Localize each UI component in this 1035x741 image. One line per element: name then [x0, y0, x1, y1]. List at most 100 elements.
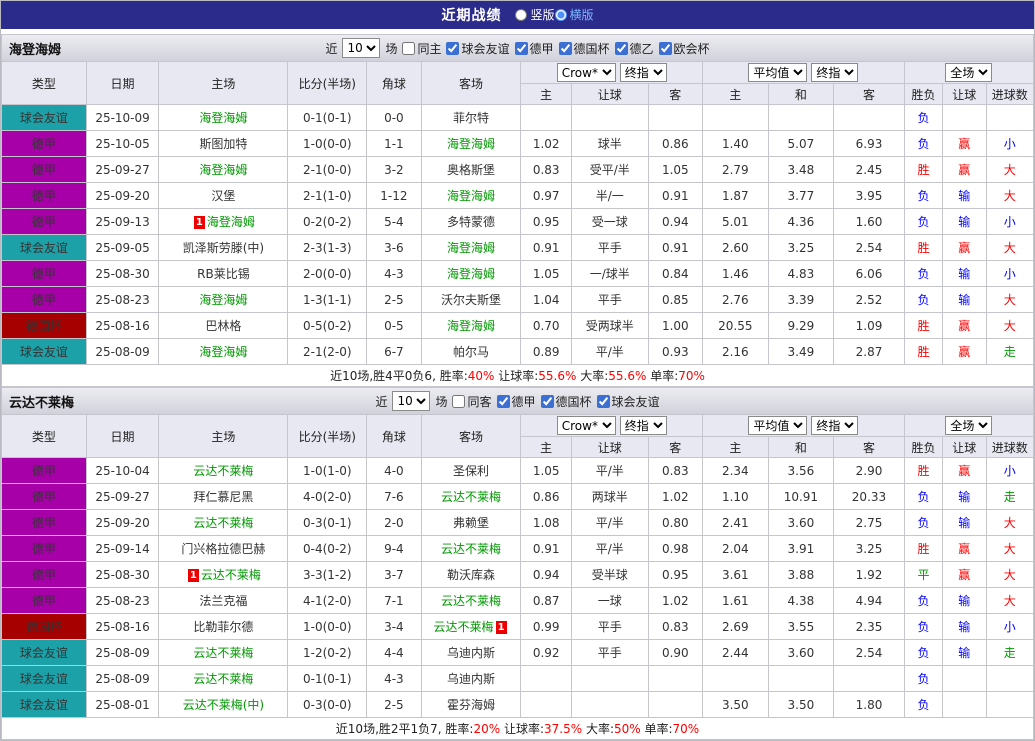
final-odds-select[interactable]: 终指 — [619, 416, 667, 435]
match-row: 球会友谊 25-09-05 凯泽斯劳滕(中) 2-3(1-3) 3-6 海登海姆 0.91 平… — [1, 234, 1034, 261]
league-filter-label: 欧会杯 — [673, 41, 710, 56]
same-side-filter[interactable]: 同客 — [452, 393, 492, 410]
league-filter-checkbox[interactable] — [496, 394, 510, 408]
avg-home: 20.55 — [702, 312, 769, 339]
away-team-name: 云达不莱梅 — [441, 594, 502, 608]
league-filter-checkbox[interactable] — [596, 394, 610, 408]
league-filter-checkbox[interactable] — [514, 41, 528, 55]
league-filter-checkbox[interactable] — [658, 41, 672, 55]
away-team-name: 沃尔夫斯堡 — [441, 293, 502, 307]
odds-company-select[interactable]: Crow* — [556, 63, 616, 82]
match-row: 德国杯 25-08-16 比勒菲尔德 1-0(0-0) 3-4 云达不莱梅 1 0.99 平手 0… — [1, 613, 1034, 640]
match-row: 德甲 25-09-20 汉堡 2-1(1-0) 1-12 海登海姆 0.97 半/一 0.91 1… — [1, 182, 1034, 209]
away-team: 多特蒙德 — [420, 208, 522, 235]
league-filter[interactable]: 德甲 — [496, 393, 536, 410]
league-filter-checkbox[interactable] — [614, 41, 628, 55]
league-filter-checkbox[interactable] — [558, 41, 572, 55]
handicap-result-cell: 赢 — [942, 130, 987, 157]
league-filter-checkbox[interactable] — [540, 394, 554, 408]
avg-home: 3.61 — [702, 561, 769, 588]
league-filter[interactable]: 德乙 — [614, 40, 654, 57]
layout-toggle-option[interactable]: 竖版 — [515, 6, 555, 23]
avg-draw: 10.91 — [767, 483, 835, 510]
home-team-name: 斯图加特 — [199, 137, 248, 151]
sub-column-header: 主 — [702, 83, 769, 105]
handicap-result-cell: 赢 — [942, 312, 987, 339]
odds-away: 0.84 — [647, 260, 704, 287]
odds-home: 1.02 — [520, 130, 572, 157]
league-filter[interactable]: 欧会杯 — [658, 40, 710, 57]
home-team-name: 云达不莱梅 — [193, 646, 254, 660]
corner-score: 1-1 — [366, 130, 422, 157]
home-team-name: 海登海姆 — [199, 163, 248, 177]
away-team-name: 云达不莱梅 — [433, 620, 494, 634]
away-team-name: 乌迪内斯 — [447, 672, 496, 686]
column-header: 客场 — [420, 61, 522, 105]
sub-column-header: 让球 — [942, 436, 987, 458]
summary-row: 近10场,胜2平1负7, 胜率:20% 让球率:37.5% 大率:50% 单率:… — [1, 717, 1034, 740]
match-date: 25-08-09 — [85, 639, 160, 666]
home-team-name: 云达不莱梅 — [193, 464, 254, 478]
league-filter[interactable]: 球会友谊 — [596, 393, 660, 410]
avg-final-select[interactable]: 终指 — [811, 63, 859, 82]
league-filter[interactable]: 德国杯 — [558, 40, 610, 57]
odds-company-select[interactable]: Crow* — [556, 416, 616, 435]
result-cell: 负 — [903, 665, 944, 692]
league-filter-checkbox[interactable] — [446, 41, 460, 55]
home-team: 1 云达不莱梅 — [158, 561, 289, 588]
layout-toggle-radio[interactable] — [515, 8, 528, 21]
full-match-scope-select[interactable]: 全场 — [945, 63, 993, 82]
avg-home: 5.01 — [702, 208, 769, 235]
final-odds-select[interactable]: 终指 — [619, 63, 667, 82]
home-team: 拜仁慕尼黑 — [158, 483, 289, 510]
avg-draw: 3.39 — [767, 286, 835, 313]
avg-value-select[interactable]: 平均值 — [748, 416, 808, 435]
avg-draw: 4.36 — [767, 208, 835, 235]
league-filter[interactable]: 球会友谊 — [446, 40, 510, 57]
odds-away: 0.80 — [647, 509, 704, 536]
away-team: 奥格斯堡 — [420, 156, 522, 183]
avg-final-select[interactable]: 终指 — [811, 416, 859, 435]
same-side-filter-checkbox[interactable] — [402, 41, 416, 55]
filter-suffix-label: 场 — [385, 41, 398, 56]
result-cell: 负 — [903, 286, 944, 313]
avg-away: 4.94 — [833, 587, 905, 614]
odds-home: 0.99 — [520, 613, 572, 640]
match-score: 1-0(1-0) — [287, 457, 368, 484]
layout-toggle-option[interactable]: 横版 — [554, 6, 594, 23]
column-header: 角球 — [366, 414, 422, 458]
league-badge: 德甲 — [1, 509, 87, 536]
league-badge: 球会友谊 — [1, 639, 87, 666]
column-header: 日期 — [85, 414, 160, 458]
red-card-badge: 1 — [187, 569, 199, 582]
match-count-select[interactable]: 10 — [342, 38, 381, 58]
full-match-scope-select[interactable]: 全场 — [945, 416, 993, 435]
match-score: 2-0(0-0) — [287, 260, 368, 287]
sections-container: 海登海姆近 10 场同主 球会友谊 德甲 德国杯 德乙 欧会杯 类型 日期 主场 比分(半场) 角球 客场… — [1, 34, 1035, 740]
result-cell: 负 — [903, 130, 944, 157]
league-filter-label: 德乙 — [629, 41, 654, 56]
same-side-filter[interactable]: 同主 — [402, 40, 441, 57]
odds-away: 0.85 — [647, 286, 704, 313]
avg-away: 2.52 — [833, 286, 905, 313]
odds-handicap: 平手 — [570, 613, 649, 640]
match-date: 25-08-23 — [85, 286, 160, 313]
away-team: 云达不莱梅 — [420, 483, 522, 510]
odds-handicap: 平手 — [570, 286, 649, 313]
away-team: 海登海姆 — [420, 234, 522, 261]
match-count-select[interactable]: 10 — [392, 391, 431, 411]
avg-away: 2.54 — [833, 234, 905, 261]
avg-draw: 3.49 — [767, 338, 835, 365]
odds-away: 0.90 — [647, 639, 704, 666]
away-team-name: 帕尔马 — [453, 345, 490, 359]
filter-bar: 近 10 场 同主 球会友谊 德甲 德国杯 德乙 欧会杯 — [325, 38, 710, 58]
result-cell: 负 — [903, 182, 944, 209]
league-filter[interactable]: 德国杯 — [540, 393, 592, 410]
league-filter[interactable]: 德甲 — [514, 40, 554, 57]
layout-toggle-radio[interactable] — [554, 8, 567, 21]
avg-value-select[interactable]: 平均值 — [748, 63, 808, 82]
odds-home: 0.97 — [520, 182, 572, 209]
same-side-filter-checkbox[interactable] — [452, 394, 466, 408]
match-score: 2-1(2-0) — [287, 338, 368, 365]
match-score: 1-0(0-0) — [287, 130, 368, 157]
